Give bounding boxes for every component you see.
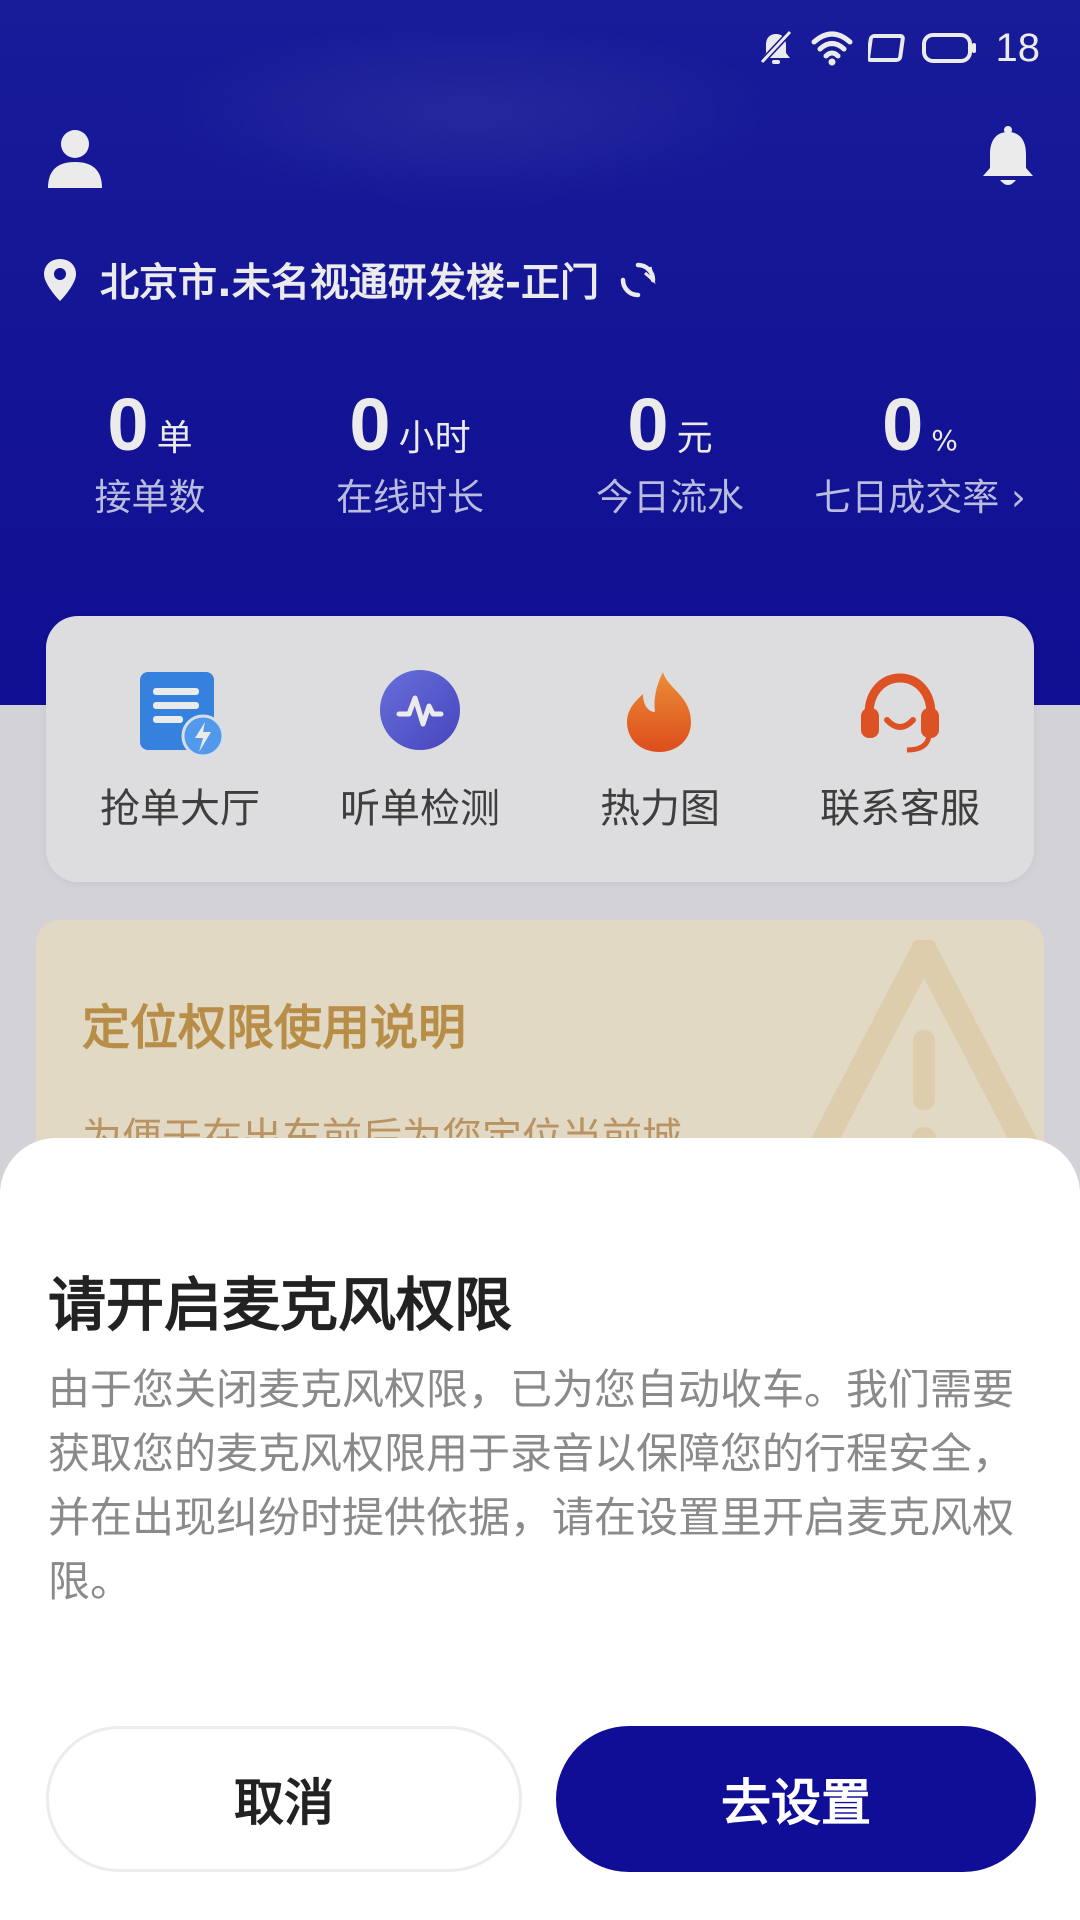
cancel-button[interactable]: 取消: [46, 1726, 522, 1872]
dialog-body: 由于您关闭麦克风权限，已为您自动收车。我们需要获取您的麦克风权限用于录音以保障您…: [48, 1365, 1015, 1606]
microphone-permission-dialog: 请开启麦克风权限 由于您关闭麦克风权限，已为您自动收车。我们需要获取您的麦克风权…: [0, 1138, 1080, 1920]
dialog-title: 请开启麦克风权限: [48, 1271, 513, 1339]
go-to-settings-button[interactable]: 去设置: [556, 1726, 1036, 1872]
